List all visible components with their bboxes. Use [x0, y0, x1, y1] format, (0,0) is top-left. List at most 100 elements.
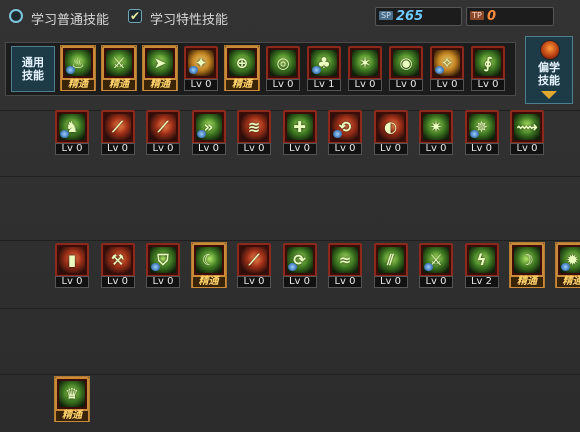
skill-slot[interactable]: ➤ 精通 — [142, 45, 178, 91]
skill-tier-icon — [60, 130, 69, 138]
skill-level-label: 精通 — [143, 79, 177, 91]
skill-slot[interactable]: ♣ Lv 1 — [307, 46, 341, 91]
skill-slot[interactable]: ⟋ Lv 0 — [146, 110, 180, 155]
skill-tier-icon — [189, 66, 198, 74]
skill-frame: ⚒ — [100, 243, 135, 277]
skill-slot[interactable]: ✦ Lv 0 — [184, 46, 218, 91]
skill-frame: ✦ — [184, 46, 218, 80]
green-wave-icon-glyph: ≈ — [338, 251, 352, 269]
skill-frame: ⟳ — [282, 243, 317, 277]
skill-frame: ▮ — [55, 243, 89, 277]
learn-normal-radio-icon[interactable] — [9, 9, 23, 23]
learn-special-checkbox-icon[interactable]: ✔ — [128, 9, 142, 23]
skill-level-label: Lv 0 — [430, 79, 464, 91]
skill-level-label: 精通 — [102, 79, 136, 91]
skill-frame: ✹ — [555, 243, 580, 277]
skill-slot[interactable]: ⟋ Lv 0 — [100, 110, 135, 155]
skill-level-label: Lv 0 — [191, 143, 226, 155]
skill-frame: ⛉ — [146, 243, 180, 277]
skill-slot[interactable]: ⟳ Lv 0 — [282, 243, 317, 288]
skill-slot[interactable]: ⟲ Lv 0 — [328, 110, 362, 155]
skill-slot[interactable]: ⚔ Lv 0 — [419, 243, 453, 288]
red-block-icon-glyph: ▮ — [67, 251, 77, 269]
tp-value: 0 — [487, 9, 497, 24]
skill-tier-icon — [333, 130, 342, 138]
common-skills-label: 通用技能 — [11, 46, 55, 92]
skill-slot[interactable]: ◉ Lv 0 — [389, 46, 423, 91]
skill-slot[interactable]: ✶ Lv 0 — [348, 46, 382, 91]
skill-level-label: Lv 0 — [373, 276, 408, 288]
tp-tag: TP — [470, 11, 484, 20]
skill-frame: ⊕ — [225, 46, 259, 80]
tp-counter: TP 0 — [466, 7, 554, 26]
special-skills-button[interactable]: 偏学技能 — [525, 36, 573, 104]
skill-level-label: 精通 — [55, 410, 89, 422]
skill-frame: ☾ — [191, 243, 226, 277]
skill-level-label: 精通 — [225, 79, 259, 91]
skill-slot[interactable]: ◎ Lv 0 — [266, 46, 300, 91]
skill-slot[interactable]: ≋ Lv 0 — [237, 110, 271, 155]
special-skills-label: 偏学技能 — [526, 61, 572, 87]
skill-slot[interactable]: ✧ Lv 0 — [430, 46, 464, 91]
cross-shield-icon-glyph: ✚ — [293, 118, 306, 136]
skill-level-label: Lv 0 — [282, 143, 317, 155]
spiral-staff-icon-glyph: ∮ — [483, 54, 493, 72]
skill-frame: ✚ — [282, 110, 317, 144]
tab-learn-normal[interactable]: 学习普通技能 — [31, 9, 109, 28]
skill-slot[interactable]: ⟋ Lv 0 — [237, 243, 271, 288]
sp-counter: SP 265 — [375, 7, 462, 26]
skill-slot[interactable]: ≈ Lv 0 — [328, 243, 362, 288]
skill-frame: ☽ — [510, 243, 544, 277]
skill-slot[interactable]: » Lv 0 — [191, 110, 226, 155]
special-skills-label-text: 偏学技能 — [538, 61, 560, 87]
skill-slot[interactable]: ✹精通 — [554, 242, 580, 288]
skill-slot[interactable]: ♨ 精通 — [60, 45, 96, 91]
crouching-figure-icon-glyph: ⚔ — [112, 54, 126, 72]
target-crosshair-icon-glyph: ⊕ — [235, 54, 249, 72]
skill-level-label: Lv 0 — [55, 143, 89, 155]
skill-slot[interactable]: ⚒ Lv 0 — [100, 243, 135, 288]
row-divider — [0, 240, 580, 241]
skill-slot[interactable]: ☾ 精通 — [190, 242, 227, 288]
skill-level-label: Lv 0 — [237, 276, 271, 288]
skill-slot[interactable]: ϟ Lv 2 — [464, 243, 499, 288]
row-divider — [0, 374, 580, 375]
skill-slot[interactable]: ⫽ Lv 0 — [373, 243, 408, 288]
crescent-moon-icon-glyph: ☽ — [520, 251, 534, 269]
skill-slot[interactable]: ♛ 精通 — [54, 376, 90, 422]
skill-slot[interactable]: ✷ Lv 0 — [419, 110, 453, 155]
skill-frame: ♞ — [55, 110, 89, 144]
skill-level-label: Lv 0 — [389, 79, 423, 91]
chevron-down-icon — [541, 91, 557, 99]
skill-level-label: Lv 1 — [307, 79, 341, 91]
tab-learn-special[interactable]: 学习特性技能 — [150, 9, 228, 28]
red-warrior-icon-glyph: ⚒ — [110, 251, 125, 269]
skill-slot[interactable]: ◐ Lv 0 — [373, 110, 408, 155]
green-dash-icon-glyph: ⟿ — [516, 118, 538, 136]
red-blade-slash-icon-glyph: ⟋ — [157, 118, 169, 136]
skill-frame: ⚔ — [102, 46, 136, 80]
skill-slot[interactable]: ☽ 精通 — [509, 242, 545, 288]
row-divider — [0, 176, 580, 177]
skill-slot[interactable]: ⚔ 精通 — [101, 45, 137, 91]
skill-tier-icon — [151, 263, 160, 271]
skill-slot[interactable]: ⛉ Lv 0 — [146, 243, 180, 288]
skill-frame: ≋ — [237, 110, 271, 144]
skill-level-label: Lv 0 — [184, 79, 218, 91]
skill-slot[interactable]: ▮ Lv 0 — [55, 243, 89, 288]
skill-tier-icon — [312, 66, 321, 74]
skill-frame: ♛ — [55, 377, 89, 411]
skill-level-label: Lv 0 — [237, 143, 271, 155]
skill-frame: ➤ — [143, 46, 177, 80]
skill-slot[interactable]: ✚ Lv 0 — [282, 110, 317, 155]
skill-slot[interactable]: ∮ Lv 0 — [471, 46, 505, 91]
skill-frame: ϟ — [464, 243, 499, 277]
skill-slot[interactable]: ✵ Lv 0 — [464, 110, 499, 155]
burst-strike-icon-glyph: ✷ — [429, 118, 443, 136]
skill-frame: ♨ — [61, 46, 95, 80]
fire-orb-icon — [540, 40, 560, 60]
skill-frame: ✧ — [430, 46, 464, 80]
skill-slot[interactable]: ⟿ Lv 0 — [510, 110, 544, 155]
skill-slot[interactable]: ⊕ 精通 — [224, 45, 260, 91]
skill-slot[interactable]: ♞ Lv 0 — [55, 110, 89, 155]
